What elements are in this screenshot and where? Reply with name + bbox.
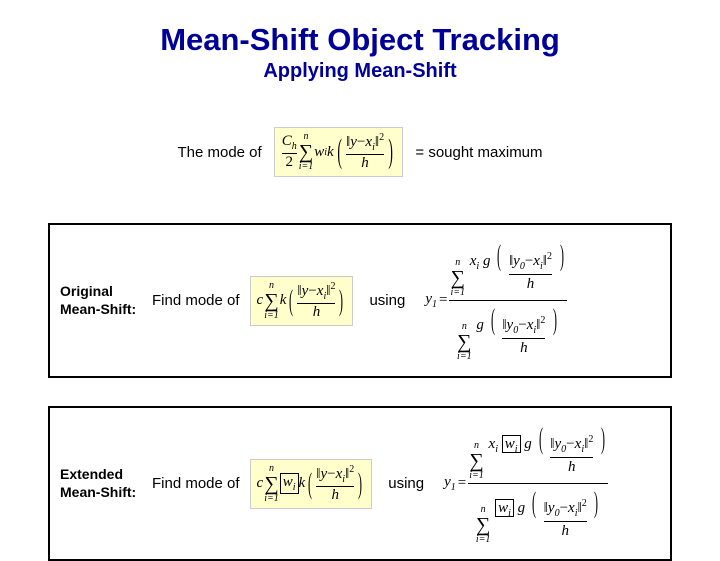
extended-iteration-formula: y1 = n∑i=1 xi wi g ( ‖y0−xi‖2 h ) [438,418,614,549]
page-subtitle: Applying Mean-Shift [32,60,688,83]
original-meanshift-box: Original Mean-Shift: Find mode of c n ∑ … [48,223,672,378]
extended-using-text: using [388,475,424,492]
intro-left-text: The mode of [177,144,261,161]
extended-label: Extended Mean-Shift: [60,466,142,501]
intro-formula: Ch 2 n ∑ i=1 wi k ( ‖y−xi‖2 h ) [274,127,404,177]
original-mode-formula: c n ∑ i=1 k ( ‖y−xi‖2 h ) [250,276,354,326]
intro-right-text: = sought maximum [415,144,542,161]
original-using-text: using [369,292,405,309]
extended-mode-formula: c n ∑ i=1 wi k ( ‖y−xi‖2 h ) [250,459,373,509]
original-iteration-formula: y1 = n∑i=1 xi g ( ‖y0−xi‖2 h ) n [419,235,572,366]
original-label: Original Mean-Shift: [60,283,142,318]
extended-find-text: Find mode of [152,475,240,492]
extended-meanshift-box: Extended Mean-Shift: Find mode of c n ∑ … [48,406,672,561]
intro-row: The mode of Ch 2 n ∑ i=1 wi k ( ‖y−xi‖2 … [32,127,688,177]
page-title: Mean-Shift Object Tracking [32,22,688,58]
original-find-text: Find mode of [152,292,240,309]
